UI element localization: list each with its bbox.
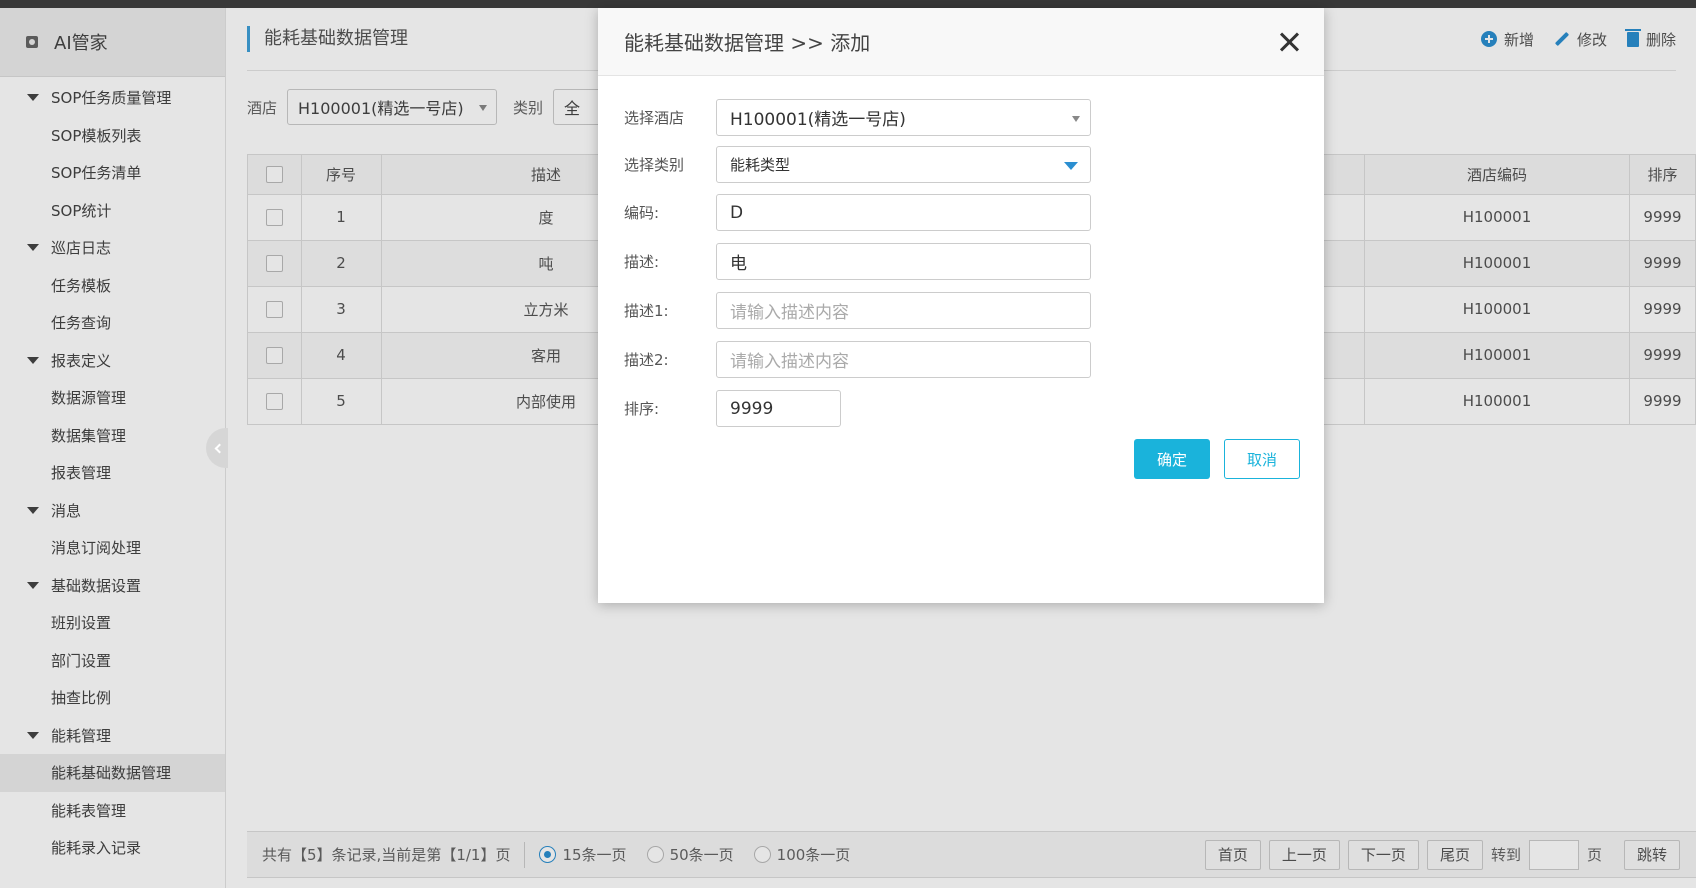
hotel-field-label: 选择酒店 <box>624 109 685 127</box>
desc-field-label: 描述: <box>624 253 660 271</box>
desc2-input[interactable]: 请输入描述内容 <box>716 341 1091 378</box>
hotel-select-value: H100001(精选一号店) <box>730 110 906 130</box>
desc2-field-row: 描述2: 请输入描述内容 <box>624 341 1091 378</box>
cancel-button[interactable]: 取消 <box>1224 439 1300 479</box>
close-icon[interactable] <box>1278 31 1300 53</box>
desc1-input[interactable]: 请输入描述内容 <box>716 292 1091 329</box>
desc1-field-label: 描述1: <box>624 302 669 320</box>
chevron-left-icon <box>214 443 224 453</box>
chevron-down-icon <box>1072 116 1080 122</box>
confirm-button[interactable]: 确定 <box>1134 439 1210 479</box>
code-input[interactable]: D <box>716 194 1091 231</box>
desc-input[interactable]: 电 <box>716 243 1091 280</box>
sort-field-label: 排序: <box>624 400 660 418</box>
category-select[interactable]: 能耗类型 <box>716 146 1091 183</box>
dialog-title: 能耗基础数据管理 >> 添加 <box>624 31 871 55</box>
desc2-field-label: 描述2: <box>624 351 669 369</box>
desc1-field-row: 描述1: 请输入描述内容 <box>624 292 1091 329</box>
desc-field-row: 描述: 电 <box>624 243 1091 280</box>
caret-down-icon <box>1064 162 1078 170</box>
category-field-label: 选择类别 <box>624 156 685 174</box>
category-select-value: 能耗类型 <box>730 156 791 174</box>
window-top-bar <box>0 0 1696 8</box>
hotel-field-row: 选择酒店 H100001(精选一号店) <box>624 99 1091 136</box>
category-field-row: 选择类别 能耗类型 <box>624 146 1091 183</box>
sort-field-row: 排序: 9999 <box>624 390 841 427</box>
add-dialog: 能耗基础数据管理 >> 添加 选择酒店 H100001(精选一号店) 选择类别 … <box>598 8 1324 603</box>
hotel-select[interactable]: H100001(精选一号店) <box>716 99 1091 136</box>
code-field-row: 编码: D <box>624 194 1091 231</box>
code-field-label: 编码: <box>624 204 660 222</box>
sort-input[interactable]: 9999 <box>716 390 841 427</box>
dialog-header: 能耗基础数据管理 >> 添加 <box>598 8 1324 76</box>
